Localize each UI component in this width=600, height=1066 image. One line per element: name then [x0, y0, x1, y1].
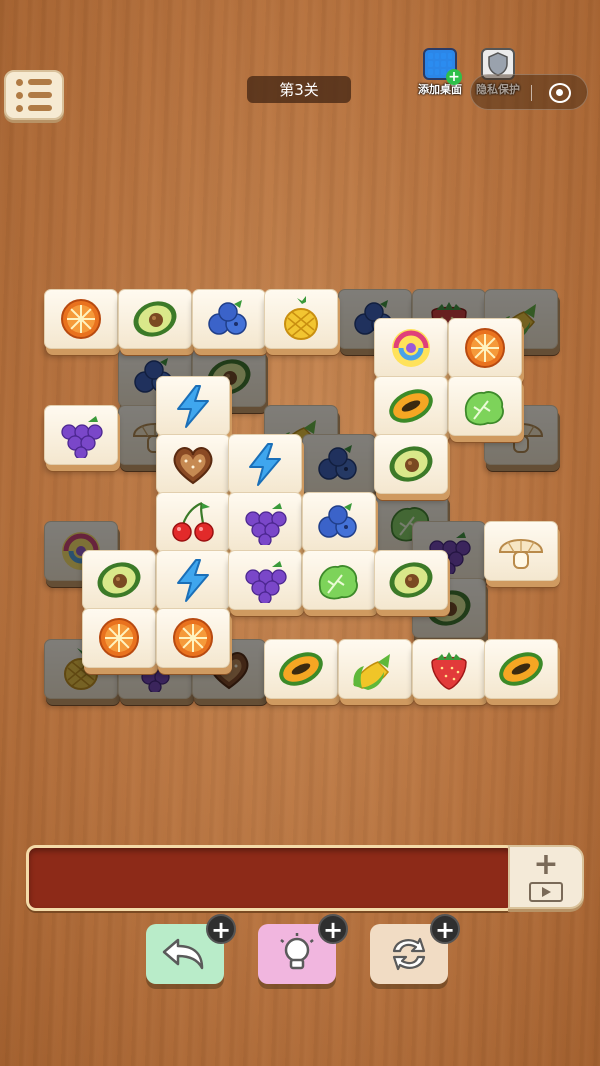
heart-cookie-icon	[173, 447, 213, 485]
orange-slice-icon	[99, 618, 139, 658]
plus-icon: +	[533, 847, 559, 882]
avocado-icon	[97, 562, 141, 598]
lettuce-icon	[464, 391, 504, 426]
tile-avocado[interactable]	[82, 550, 156, 610]
tile-avocado[interactable]	[374, 550, 448, 610]
tile-blueberry	[302, 434, 376, 494]
lightning-icon	[177, 559, 209, 602]
lettuce-icon	[318, 565, 358, 600]
tile-blueberry[interactable]	[302, 492, 376, 552]
strawberry-icon	[431, 652, 467, 690]
tile-grapes[interactable]	[44, 405, 118, 465]
tile-lightning[interactable]	[156, 550, 230, 610]
grapes-icon	[245, 561, 287, 603]
video-ad-icon	[529, 882, 563, 902]
add-slot-button[interactable]: +	[508, 845, 584, 909]
hint-plus-icon: +	[318, 914, 348, 944]
tile-lettuce[interactable]	[302, 550, 376, 610]
tile-papaya[interactable]	[484, 639, 558, 699]
blueberry-icon	[208, 300, 247, 335]
shuffle-plus-icon: +	[430, 914, 460, 944]
tile-orange-slice[interactable]	[448, 318, 522, 378]
avocado-icon	[133, 301, 177, 337]
undo-arrow-icon	[162, 938, 204, 970]
papaya-icon	[499, 652, 543, 686]
tile-orange-slice[interactable]	[82, 608, 156, 668]
pineapple-icon	[284, 296, 318, 340]
candy-swirl-icon	[392, 329, 430, 367]
tile-avocado[interactable]	[374, 434, 448, 494]
tile-blueberry[interactable]	[192, 289, 266, 349]
game-board	[0, 0, 600, 800]
hint-button[interactable]: +	[258, 914, 348, 984]
tile-lightning[interactable]	[156, 376, 230, 436]
tile-heart-cookie[interactable]	[156, 434, 230, 494]
lightning-icon	[177, 385, 209, 428]
undo-button[interactable]: +	[146, 914, 236, 984]
orange-slice-icon	[465, 328, 505, 368]
tile-lightning[interactable]	[228, 434, 302, 494]
mushroom-icon	[498, 539, 544, 569]
blueberry-icon	[318, 503, 357, 538]
tile-grapes[interactable]	[228, 492, 302, 552]
avocado-icon	[389, 562, 433, 598]
tile-lettuce[interactable]	[448, 376, 522, 436]
papaya-icon	[389, 389, 433, 423]
lightbulb-icon	[280, 933, 314, 970]
tile-papaya[interactable]	[374, 376, 448, 436]
tile-grapes[interactable]	[228, 550, 302, 610]
grapes-icon	[245, 503, 287, 545]
corn-icon	[353, 654, 390, 690]
undo-plus-icon: +	[206, 914, 236, 944]
lightning-icon	[249, 443, 281, 486]
papaya-icon	[279, 652, 323, 686]
tile-mushroom[interactable]	[484, 521, 558, 581]
tile-pineapple[interactable]	[264, 289, 338, 349]
orange-slice-icon	[61, 299, 101, 339]
grapes-icon	[61, 416, 103, 458]
tile-strawberry[interactable]	[412, 639, 486, 699]
tile-orange-slice[interactable]	[156, 608, 230, 668]
tile-cherry[interactable]	[156, 492, 230, 552]
tile-candy-swirl[interactable]	[374, 318, 448, 378]
avocado-icon	[389, 446, 433, 482]
orange-slice-icon	[173, 618, 213, 658]
cherry-icon	[172, 501, 214, 542]
shuffle-button[interactable]: +	[370, 914, 460, 984]
tile-orange-slice[interactable]	[44, 289, 118, 349]
tile-papaya[interactable]	[264, 639, 338, 699]
tile-avocado[interactable]	[118, 289, 192, 349]
tile-corn[interactable]	[338, 639, 412, 699]
tile-tray	[26, 845, 516, 911]
blueberry-icon	[318, 445, 357, 480]
shuffle-icon	[392, 937, 426, 971]
